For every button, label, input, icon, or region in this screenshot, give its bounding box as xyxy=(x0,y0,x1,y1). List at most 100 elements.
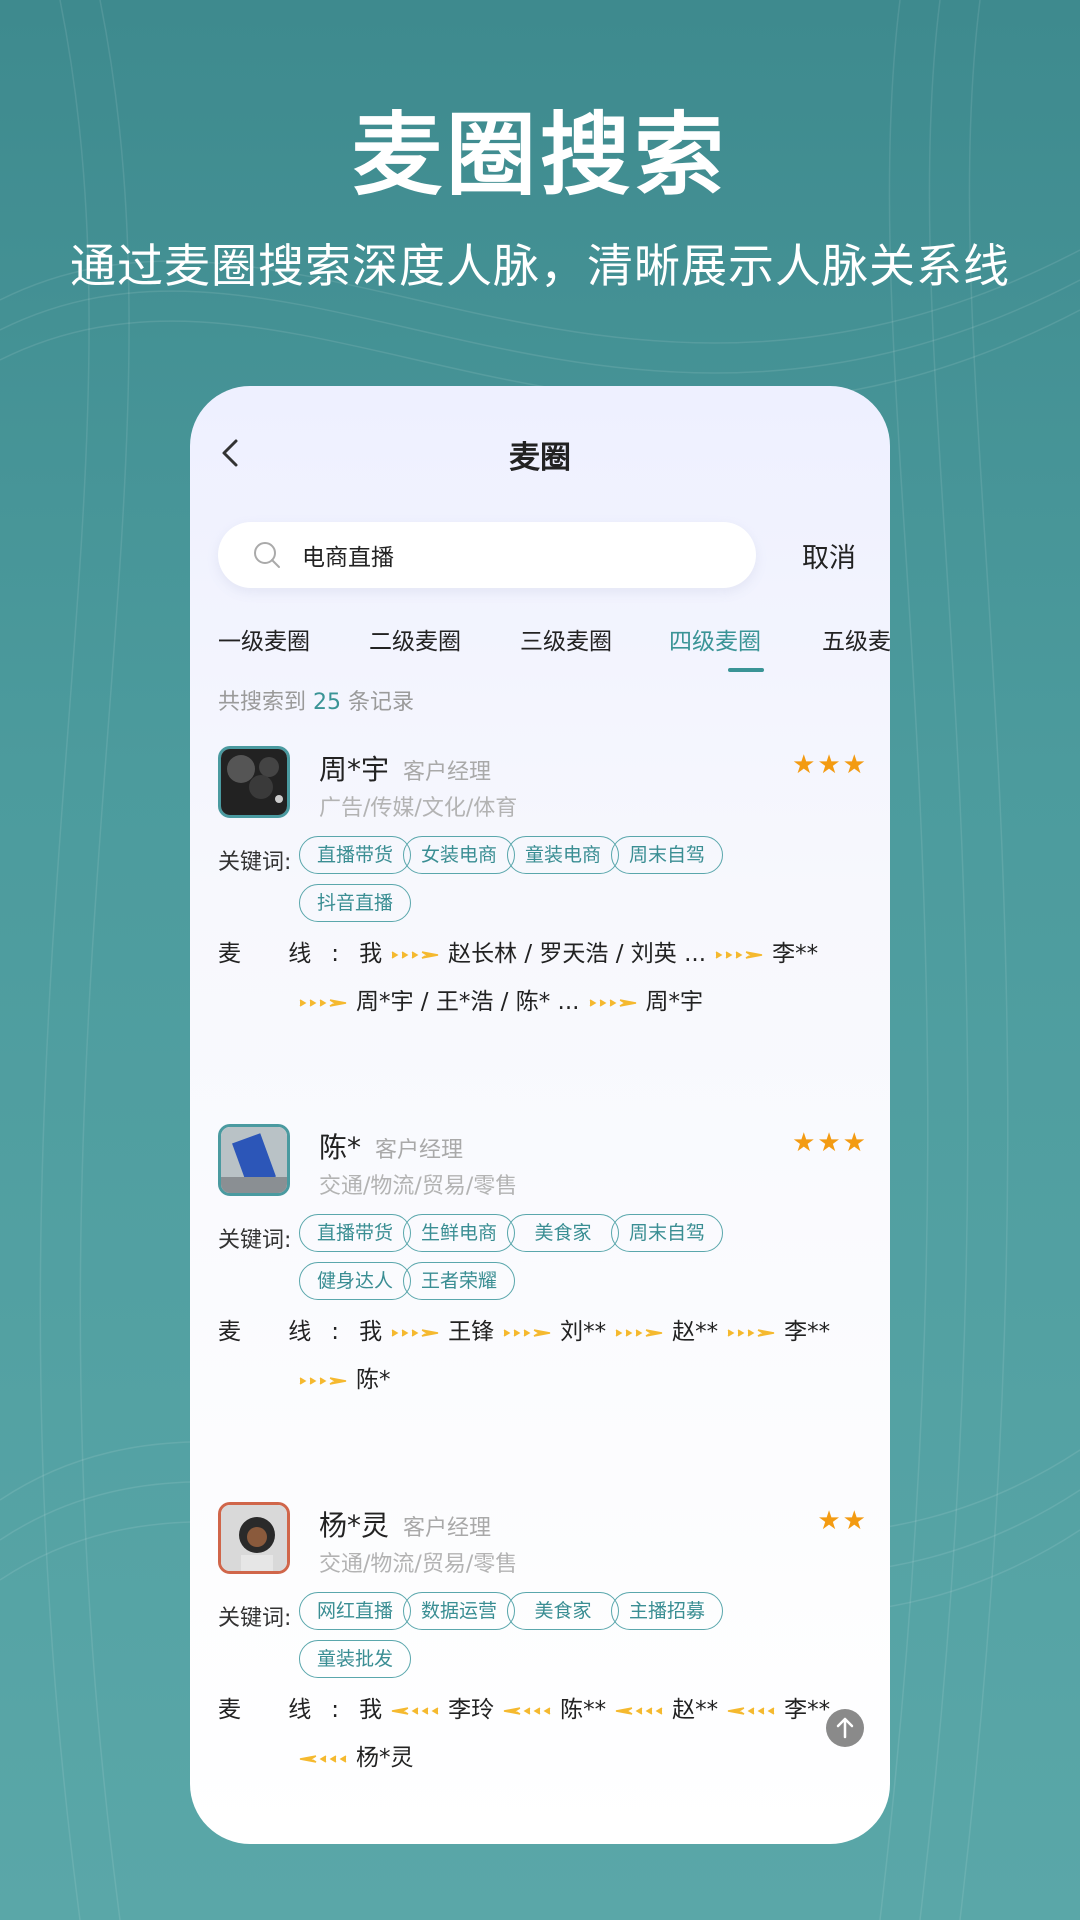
line-node: 李** xyxy=(784,1319,831,1345)
relation-line-cont: 杨*灵 xyxy=(298,1738,414,1772)
line-node: 我 xyxy=(359,1697,383,1723)
contact-name: 杨*灵 xyxy=(319,1509,390,1542)
search-value: 电商直播 xyxy=(302,545,394,571)
line-label: 麦 线: xyxy=(218,941,360,967)
line-node: 王锋 xyxy=(448,1319,495,1345)
contact-industry: 交通/物流/贸易/零售 xyxy=(319,1174,518,1199)
star-rating: ★★★ xyxy=(792,750,868,780)
line-label: 麦 线: xyxy=(218,1319,360,1345)
result-prefix: 共搜索到 xyxy=(218,690,307,715)
arrow-right-icon xyxy=(391,1328,439,1337)
contact-industry: 广告/传媒/文化/体育 xyxy=(319,796,518,821)
keyword-tag[interactable]: 童装电商 xyxy=(507,836,619,874)
line-node: 李** xyxy=(772,941,819,967)
arrow-left-icon xyxy=(727,1706,775,1715)
keywords-label: 关键词: xyxy=(218,1606,292,1631)
keyword-tag[interactable]: 童装批发 xyxy=(299,1640,411,1678)
result-count: 共搜索到 25 条记录 xyxy=(218,684,414,716)
cancel-button[interactable]: 取消 xyxy=(802,536,856,575)
arrow-right-icon xyxy=(715,950,763,959)
tab-level-3[interactable]: 三级麦圈 xyxy=(520,622,612,656)
keywords-label: 关键词: xyxy=(218,850,292,875)
tab-level-2[interactable]: 二级麦圈 xyxy=(369,622,461,656)
search-input[interactable]: 电商直播 xyxy=(218,522,756,588)
avatar xyxy=(218,746,290,818)
line-node: 陈* xyxy=(356,1367,391,1393)
result-suffix: 条记录 xyxy=(348,690,415,715)
contact-card[interactable]: 周*宇 客户经理 广告/传媒/文化/体育 ★★★ 关键词: 直播带货 女装电商 童… xyxy=(218,746,868,1066)
keyword-tag[interactable]: 健身达人 xyxy=(299,1262,411,1300)
contact-name-row: 周*宇 客户经理 xyxy=(319,748,491,788)
tab-level-1[interactable]: 一级麦圈 xyxy=(218,622,310,656)
contact-name: 陈* xyxy=(319,1131,362,1164)
contact-card[interactable]: 陈* 客户经理 交通/物流/贸易/零售 ★★★ 关键词: 直播带货 生鲜电商 美食… xyxy=(218,1124,868,1444)
arrow-up-icon xyxy=(836,1717,854,1739)
contact-card[interactable]: 杨*灵 客户经理 交通/物流/贸易/零售 ★★ 关键词: 网红直播 数据运营 美食… xyxy=(218,1502,868,1832)
line-node: 杨*灵 xyxy=(356,1745,414,1771)
relation-line: 麦 线:我 赵长林 / 罗天浩 / 刘英 ... 李** xyxy=(218,934,818,968)
relation-line-cont: 陈* xyxy=(298,1360,391,1394)
keyword-tag[interactable]: 美食家 xyxy=(507,1592,619,1630)
arrow-left-icon xyxy=(299,1754,347,1763)
contact-name-row: 陈* 客户经理 xyxy=(319,1126,463,1166)
line-node: 赵** xyxy=(672,1697,719,1723)
tab-level-5[interactable]: 五级麦 xyxy=(822,622,890,656)
keyword-tag[interactable]: 周末自驾 xyxy=(611,836,723,874)
keyword-tag[interactable]: 生鲜电商 xyxy=(403,1214,515,1252)
phone-screen: 麦圈 电商直播 取消 一级麦圈 二级麦圈 三级麦圈 四级麦圈 五级麦 共搜索到 … xyxy=(190,386,890,1844)
contact-role: 客户经理 xyxy=(375,1138,464,1163)
arrow-right-icon xyxy=(615,1328,663,1337)
arrow-left-icon xyxy=(391,1706,439,1715)
line-node: 陈** xyxy=(560,1697,607,1723)
top-bar: 麦圈 xyxy=(190,386,890,506)
keyword-tag[interactable]: 周末自驾 xyxy=(611,1214,723,1252)
keyword-tag[interactable]: 直播带货 xyxy=(299,1214,411,1252)
keyword-tag[interactable]: 网红直播 xyxy=(299,1592,411,1630)
line-node: 周*宇 xyxy=(645,989,704,1015)
keywords-label: 关键词: xyxy=(218,1228,292,1253)
keyword-tag[interactable]: 抖音直播 xyxy=(299,884,411,922)
star-rating: ★★ xyxy=(817,1506,868,1536)
contact-role: 客户经理 xyxy=(403,1516,492,1541)
arrow-right-icon xyxy=(391,950,439,959)
contact-industry: 交通/物流/贸易/零售 xyxy=(319,1552,518,1577)
arrow-right-icon xyxy=(299,1376,347,1385)
keyword-tag[interactable]: 主播招募 xyxy=(611,1592,723,1630)
keyword-tag[interactable]: 美食家 xyxy=(507,1214,619,1252)
line-node: 李玲 xyxy=(448,1697,495,1723)
promo-subline: 通过麦圈搜索深度人脉，清晰展示人脉关系线 xyxy=(70,239,1010,293)
tab-level-4[interactable]: 四级麦圈 xyxy=(669,622,761,656)
avatar xyxy=(218,1502,290,1574)
line-node: 刘** xyxy=(560,1319,607,1345)
relation-line: 麦 线:我 李玲 陈** 赵** 李** xyxy=(218,1690,830,1724)
arrow-right-icon xyxy=(589,998,636,1007)
keyword-tag[interactable]: 女装电商 xyxy=(403,836,515,874)
contact-name: 周*宇 xyxy=(319,753,390,786)
line-node: 周*宇 / 王*浩 / 陈* ... xyxy=(356,989,580,1015)
line-node: 赵** xyxy=(672,1319,719,1345)
promo-headline: 麦圈搜索 xyxy=(352,103,728,208)
relation-line: 麦 线:我 王锋 刘** 赵** 李** xyxy=(218,1312,830,1346)
line-node: 我 xyxy=(359,941,383,967)
arrow-right-icon xyxy=(299,998,347,1007)
relation-line-cont: 周*宇 / 王*浩 / 陈* ... 周*宇 xyxy=(298,982,703,1016)
line-node: 李** xyxy=(784,1697,831,1723)
keyword-tag[interactable]: 数据运营 xyxy=(403,1592,515,1630)
arrow-left-icon xyxy=(503,1706,551,1715)
active-tab-indicator xyxy=(728,668,764,672)
arrow-left-icon xyxy=(615,1706,663,1715)
arrow-right-icon xyxy=(503,1328,551,1337)
avatar xyxy=(218,1124,290,1196)
star-rating: ★★★ xyxy=(792,1128,868,1158)
scroll-to-top-button[interactable] xyxy=(826,1709,864,1747)
page-title: 麦圈 xyxy=(509,440,571,476)
contact-role: 客户经理 xyxy=(403,760,492,785)
contact-name-row: 杨*灵 客户经理 xyxy=(319,1504,491,1544)
keyword-tag[interactable]: 直播带货 xyxy=(299,836,411,874)
line-label: 麦 线: xyxy=(218,1697,360,1723)
line-node: 赵长林 / 罗天浩 / 刘英 ... xyxy=(448,941,707,967)
search-icon xyxy=(254,542,280,568)
keyword-tag[interactable]: 王者荣耀 xyxy=(403,1262,515,1300)
level-tabs: 一级麦圈 二级麦圈 三级麦圈 四级麦圈 五级麦 xyxy=(218,622,890,672)
result-number: 25 xyxy=(313,690,342,715)
